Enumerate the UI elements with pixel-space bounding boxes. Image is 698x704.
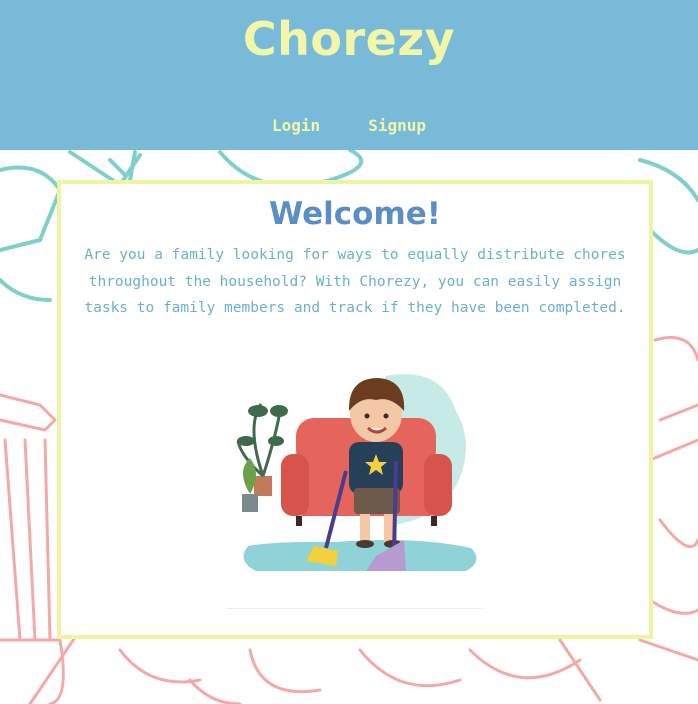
brand-logo[interactable]: Chorezy — [0, 12, 698, 66]
sofa-arm-right — [424, 454, 452, 516]
plant-pot — [254, 476, 272, 496]
signup-link[interactable]: Signup — [368, 116, 426, 135]
sofa-arm-left — [281, 454, 309, 516]
login-link[interactable]: Login — [272, 116, 320, 135]
page-title: Welcome! — [269, 196, 441, 232]
site-header: Chorezy Login Signup — [0, 0, 698, 150]
intro-text: Are you a family looking for ways to equ… — [84, 247, 626, 316]
page: Chorezy Login Signup Welcome! Are you a … — [0, 0, 698, 704]
main-nav: Login Signup — [0, 116, 698, 135]
boy-sweeping-illustration — [236, 374, 477, 571]
welcome-card: Welcome! Are you a family looking for wa… — [57, 180, 653, 639]
card-divider — [226, 608, 484, 609]
